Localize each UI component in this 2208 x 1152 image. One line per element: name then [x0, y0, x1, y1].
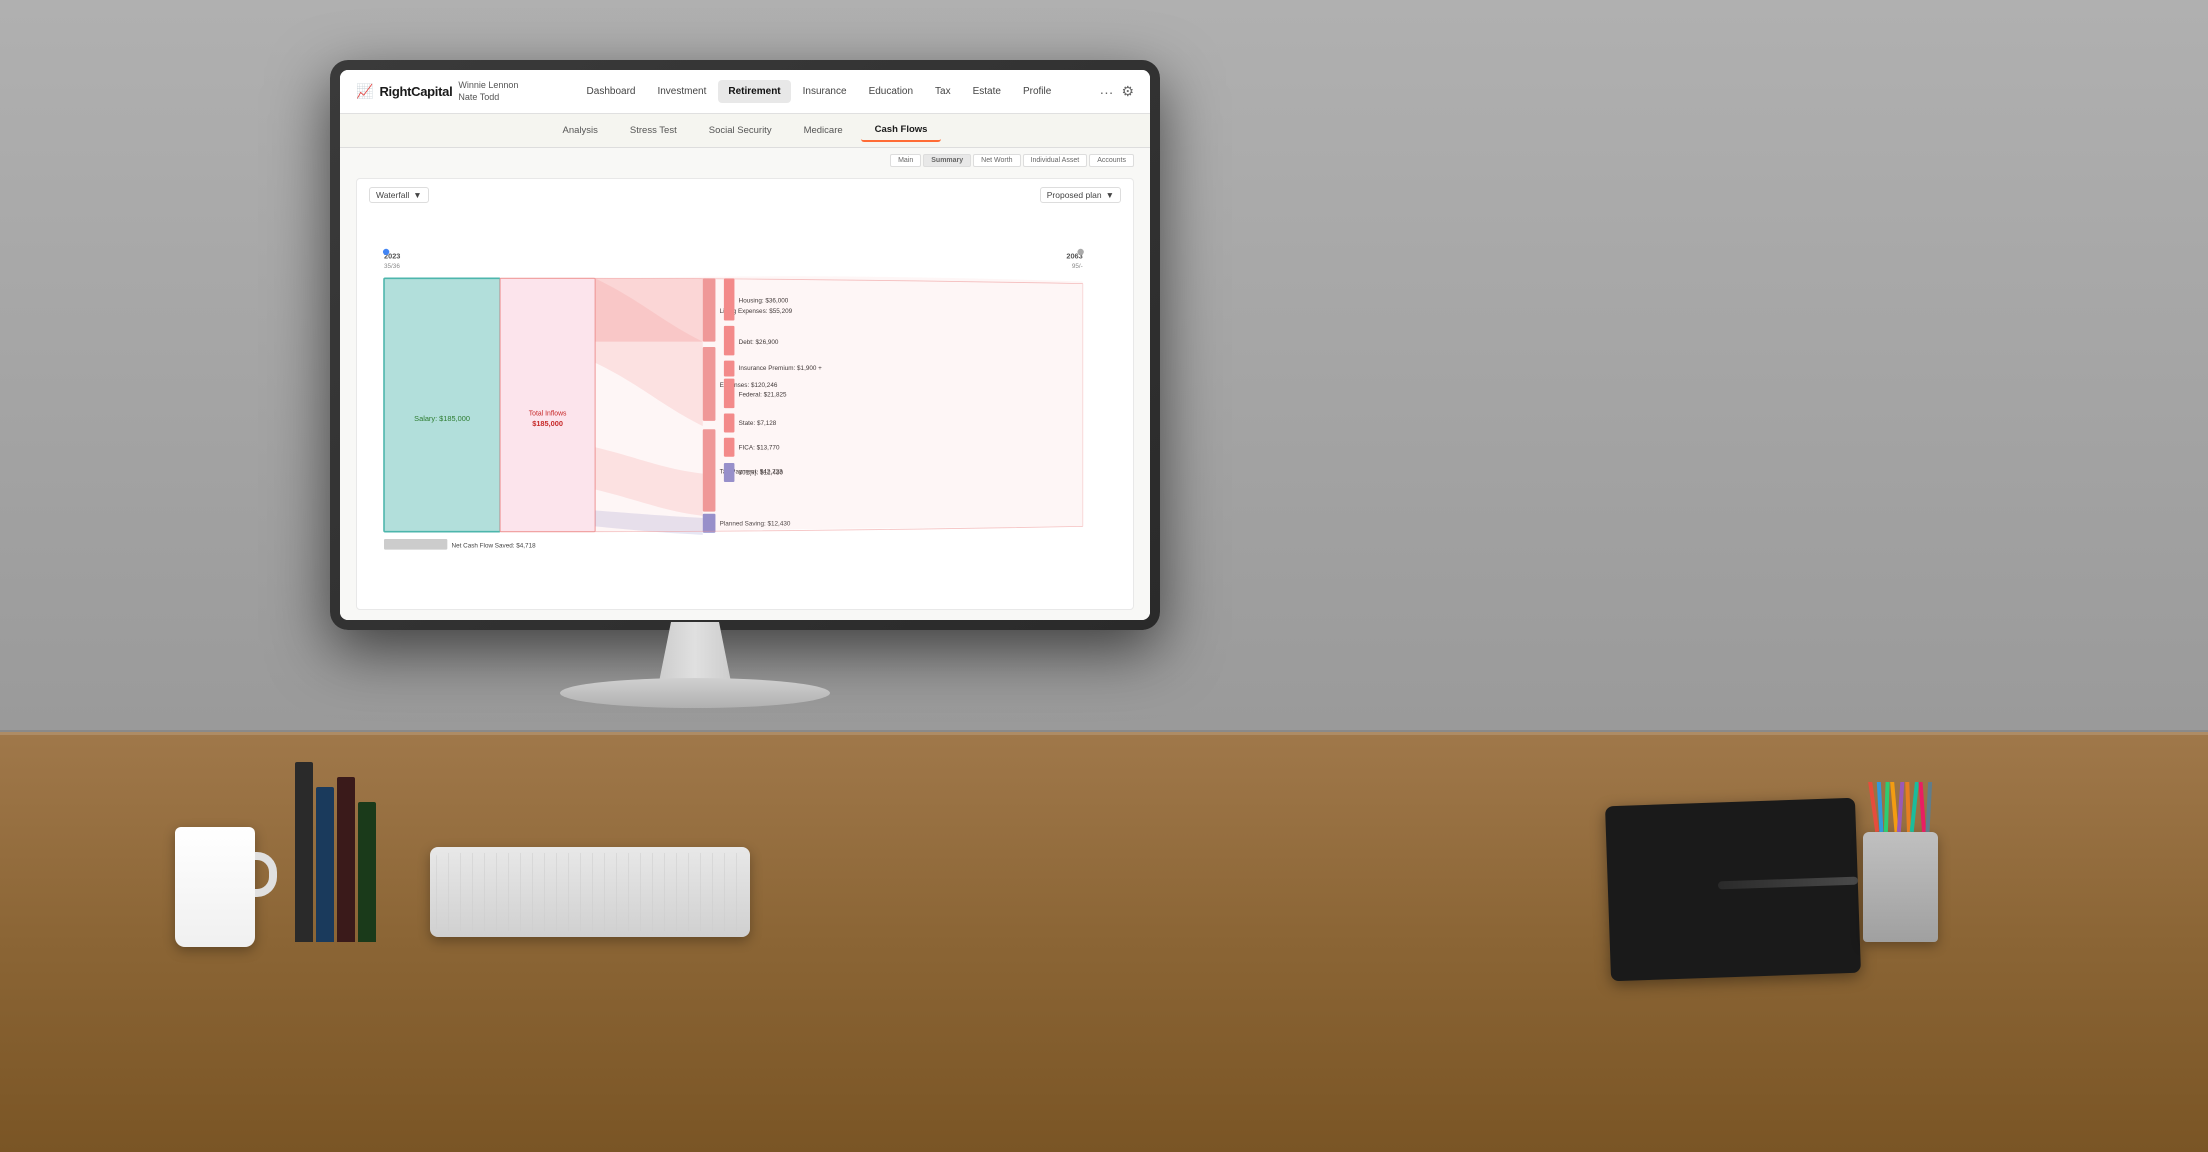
total-inflows-value: $185,000: [532, 419, 563, 428]
chart-header: Waterfall ▼ Proposed plan ▼: [357, 179, 1133, 211]
logo-area: 📈 RightCapital Winnie Lennon Nate Todd: [356, 80, 518, 103]
nav-profile[interactable]: Profile: [1013, 80, 1061, 103]
income-bar: [384, 278, 500, 531]
subtab-social-security[interactable]: Social Security: [695, 120, 786, 141]
book-1: [295, 762, 313, 942]
sankey-svg: 2023 35/36 2063 95/- Salary: $185,000: [365, 215, 1125, 595]
nav-education[interactable]: Education: [859, 80, 923, 103]
salary-label: Salary: $185,000: [414, 414, 470, 423]
books-stack: [295, 742, 385, 942]
view-net-worth[interactable]: Net Worth: [973, 154, 1020, 167]
book-4: [358, 802, 376, 942]
nav-estate[interactable]: Estate: [963, 80, 1011, 103]
start-pin-icon: [383, 249, 389, 255]
monitor-screen: 📈 RightCapital Winnie Lennon Nate Todd D…: [340, 70, 1150, 620]
plan-dropdown-arrow-icon: ▼: [1106, 190, 1114, 200]
total-inflows-bar: [500, 278, 595, 531]
age-start-label: 35/36: [384, 263, 400, 270]
sub-tabs: Analysis Stress Test Social Security Med…: [340, 114, 1150, 148]
view-tabs: Main Summary Net Worth Individual Asset …: [890, 154, 1134, 167]
total-inflows-label: Total Inflows: [529, 411, 567, 418]
pencil-cup: [1863, 832, 1938, 942]
chart-container: Waterfall ▼ Proposed plan ▼ 2023 35/36: [356, 178, 1134, 610]
view-main[interactable]: Main: [890, 154, 921, 167]
view-individual-asset[interactable]: Individual Asset: [1023, 154, 1088, 167]
monitor: 📈 RightCapital Winnie Lennon Nate Todd D…: [330, 60, 1160, 630]
plan-dropdown[interactable]: Proposed plan ▼: [1040, 187, 1121, 203]
subtab-stress-test[interactable]: Stress Test: [616, 120, 691, 141]
drawing-tablet: [1605, 798, 1861, 982]
subtab-analysis[interactable]: Analysis: [549, 120, 612, 141]
range-area: [595, 276, 1083, 531]
subtab-medicare[interactable]: Medicare: [790, 120, 857, 141]
net-cashflow-bar: [384, 539, 447, 550]
nav-retirement[interactable]: Retirement: [718, 80, 790, 103]
book-3: [337, 777, 355, 942]
user-info: Winnie Lennon Nate Todd: [458, 80, 518, 103]
nav-insurance[interactable]: Insurance: [793, 80, 857, 103]
subtab-cash-flows[interactable]: Cash Flows: [861, 119, 942, 142]
logo-text: RightCapital: [379, 84, 452, 99]
coffee-mug: [175, 827, 255, 947]
nav-investment[interactable]: Investment: [647, 80, 716, 103]
more-icon[interactable]: ···: [1099, 84, 1113, 100]
nav-tax[interactable]: Tax: [925, 80, 961, 103]
content-area: Main Summary Net Worth Individual Asset …: [340, 148, 1150, 620]
settings-icon[interactable]: ⚙: [1121, 83, 1134, 100]
logo-icon: 📈: [356, 83, 373, 100]
main-nav: Dashboard Investment Retirement Insuranc…: [538, 80, 1099, 103]
keyboard: [430, 847, 750, 937]
nav-icons: ··· ⚙: [1099, 83, 1134, 100]
view-accounts[interactable]: Accounts: [1089, 154, 1134, 167]
net-cashflow-label: Net Cash Flow Saved: $4,718: [452, 543, 537, 550]
app-header: 📈 RightCapital Winnie Lennon Nate Todd D…: [340, 70, 1150, 114]
nav-dashboard[interactable]: Dashboard: [577, 80, 646, 103]
sankey-chart: 2023 35/36 2063 95/- Salary: $185,000: [357, 211, 1133, 599]
book-2: [316, 787, 334, 942]
chart-type-dropdown[interactable]: Waterfall ▼: [369, 187, 429, 203]
age-end-label: 95/-: [1072, 263, 1083, 270]
view-summary[interactable]: Summary: [923, 154, 971, 167]
dropdown-arrow-icon: ▼: [413, 190, 421, 200]
end-pin-icon: [1078, 249, 1084, 255]
monitor-stand-base: [560, 678, 830, 708]
